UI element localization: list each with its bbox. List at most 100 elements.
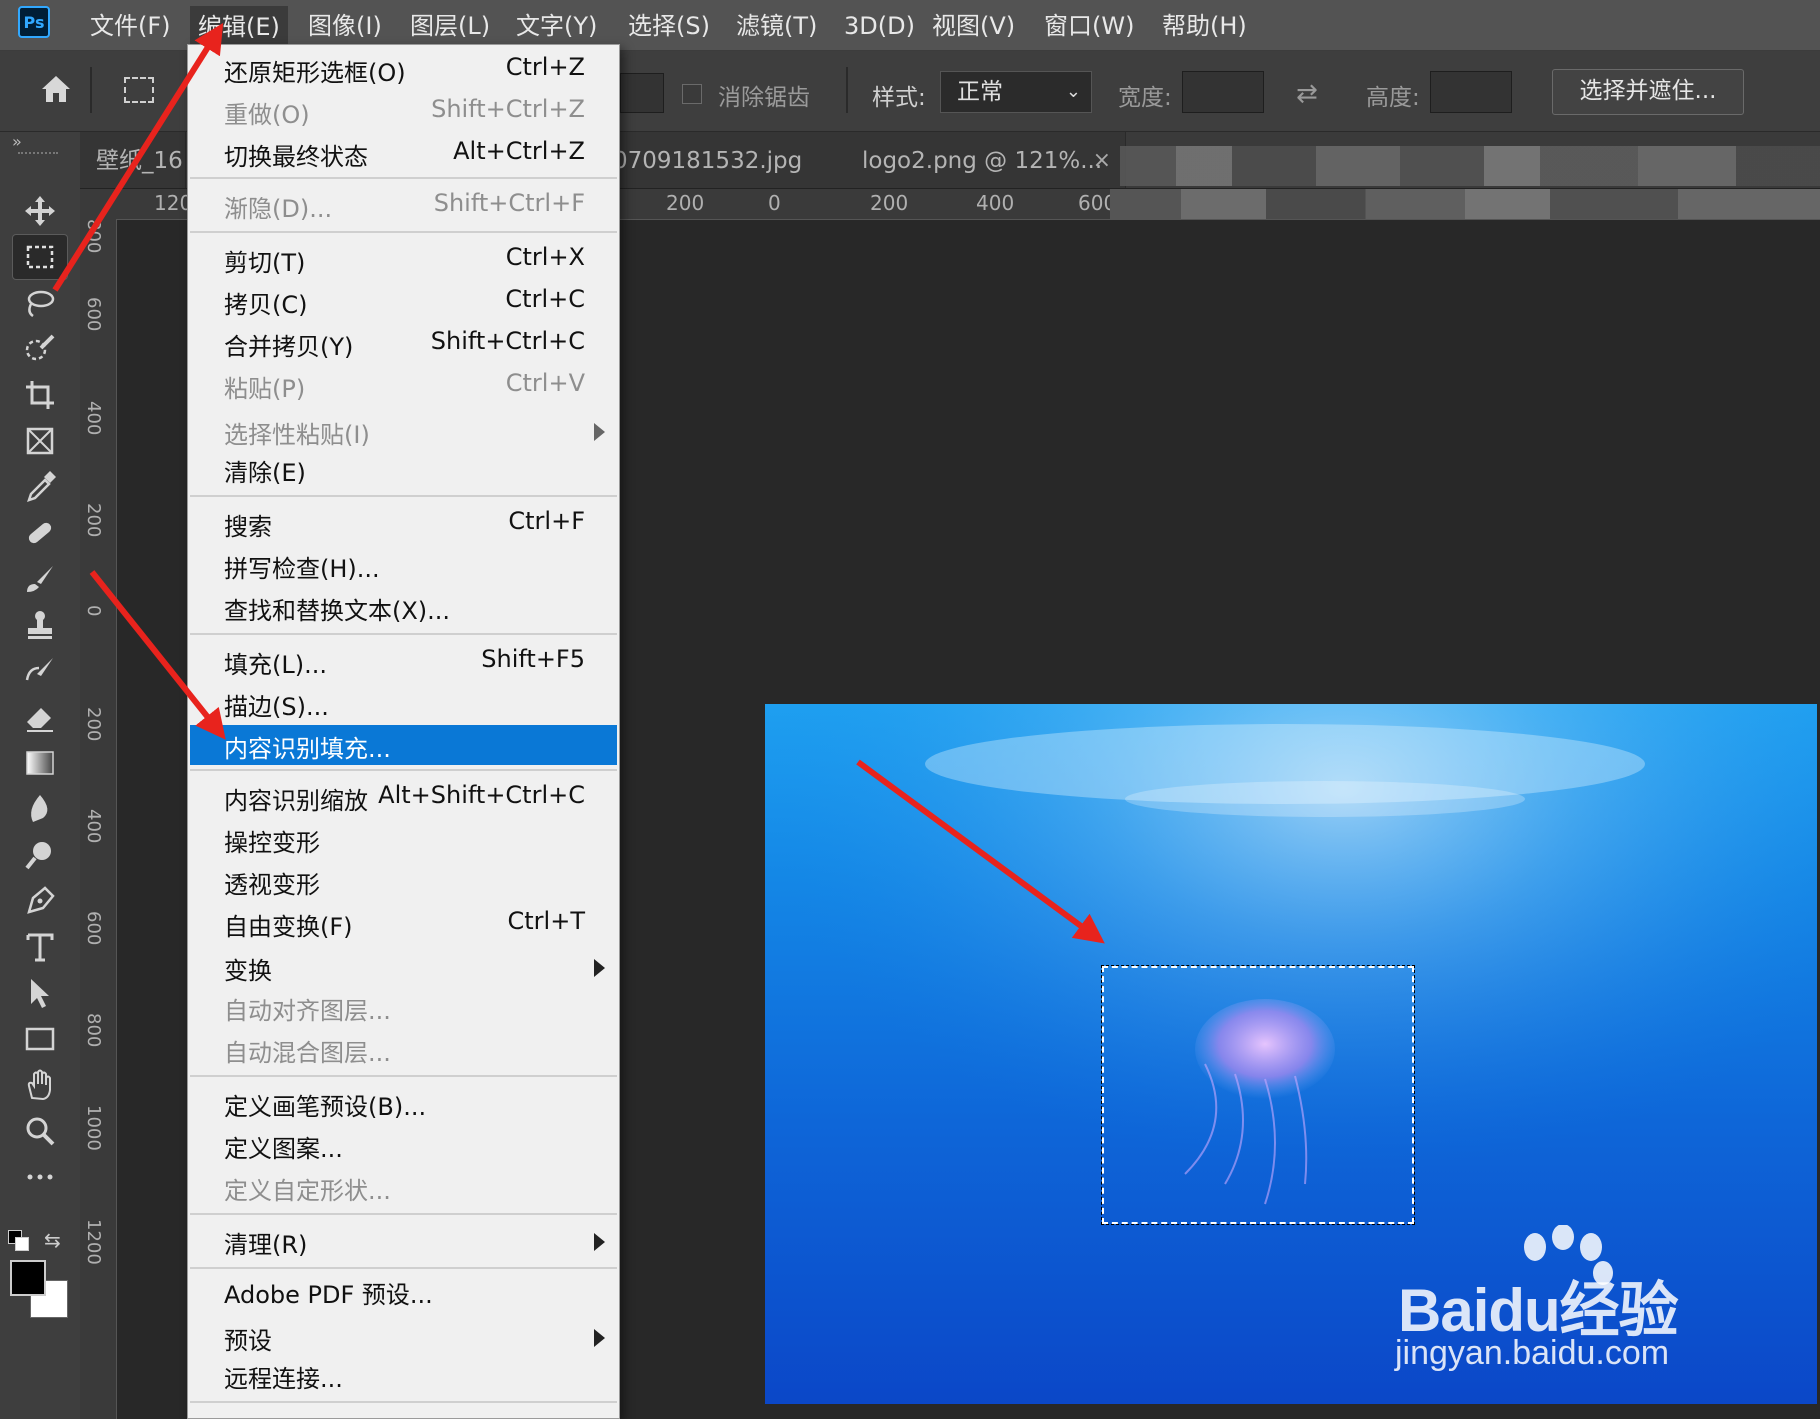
type-tool[interactable] xyxy=(12,924,68,970)
menu-item-search[interactable]: 搜索 Ctrl+F xyxy=(190,503,617,543)
menu-file[interactable]: 文件(F) xyxy=(82,0,179,50)
foreground-color-swatch[interactable] xyxy=(10,1260,46,1296)
antialias-checkbox[interactable] xyxy=(682,84,702,104)
menu-3d[interactable]: 3D(D) xyxy=(836,0,923,50)
menu-filter[interactable]: 滤镜(T) xyxy=(728,0,825,50)
menu-item-content-aware-fill[interactable]: 内容识别填充... xyxy=(190,725,617,765)
home-icon[interactable] xyxy=(38,71,74,107)
menu-item-puppet-warp[interactable]: 操控变形 xyxy=(190,819,617,859)
hand-tool[interactable] xyxy=(12,1062,68,1108)
move-tool[interactable] xyxy=(12,188,68,234)
path-selection-tool[interactable] xyxy=(12,970,68,1016)
pen-tool[interactable] xyxy=(12,878,68,924)
menu-item-paste-special[interactable]: 选择性粘贴(I) xyxy=(190,411,617,451)
menu-item-auto-align-layers[interactable]: 自动对齐图层... xyxy=(190,987,617,1027)
history-brush-tool[interactable] xyxy=(12,648,68,694)
menu-item-copy-merged[interactable]: 合并拷贝(Y) Shift+Ctrl+C xyxy=(190,323,617,363)
blur-tool[interactable] xyxy=(12,786,68,832)
ruler-tick: 200 xyxy=(83,503,104,538)
menu-item-perspective-warp[interactable]: 透视变形 xyxy=(190,861,617,901)
rectangle-tool[interactable] xyxy=(12,1016,68,1062)
menu-item-define-brush[interactable]: 定义画笔预设(B)... xyxy=(190,1083,617,1123)
menu-item-spell-check[interactable]: 拼写检查(H)... xyxy=(190,545,617,585)
menu-separator xyxy=(190,177,617,179)
eraser-tool[interactable] xyxy=(12,694,68,740)
menu-item-label: 搜索 xyxy=(224,513,272,541)
edit-menu-dropdown: 还原矩形选框(O) Ctrl+Z 重做(O) Shift+Ctrl+Z 切换最终状态… xyxy=(187,44,620,1419)
menu-item-label: 定义画笔预设(B)... xyxy=(224,1093,427,1121)
photoshop-logo-icon: Ps xyxy=(18,6,50,38)
menu-help[interactable]: 帮助(H) xyxy=(1154,0,1255,50)
move-icon xyxy=(25,196,55,226)
clone-stamp-tool[interactable] xyxy=(12,602,68,648)
ruler-tick: 0 xyxy=(83,605,104,617)
collapse-panel-icon[interactable]: » xyxy=(12,132,22,151)
panel-grip[interactable] xyxy=(18,152,58,160)
menu-view[interactable]: 视图(V) xyxy=(924,0,1023,50)
select-and-mask-button[interactable]: 选择并遮住... xyxy=(1552,69,1744,115)
menu-item-pdf-presets[interactable]: Adobe PDF 预设... xyxy=(190,1271,617,1311)
menu-item-copy[interactable]: 拷贝(C) Ctrl+C xyxy=(190,281,617,321)
menu-item-label: 渐隐(D)... xyxy=(224,195,333,223)
eyedropper-tool[interactable] xyxy=(12,464,68,510)
rectangular-marquee-tool[interactable] xyxy=(12,234,68,280)
style-select[interactable]: 正常 ⌄ xyxy=(940,71,1092,113)
menu-type[interactable]: 文字(Y) xyxy=(508,0,605,50)
default-colors-icon[interactable] xyxy=(8,1230,30,1252)
menu-item-paste[interactable]: 粘贴(P) Ctrl+V xyxy=(190,365,617,405)
menu-item-find-replace[interactable]: 查找和替换文本(X)... xyxy=(190,587,617,627)
menu-separator xyxy=(190,495,617,497)
ruler-tick: 200 xyxy=(83,707,104,742)
menu-item-undo[interactable]: 还原矩形选框(O) Ctrl+Z xyxy=(190,49,617,89)
menu-layer[interactable]: 图层(L) xyxy=(402,0,498,50)
menu-item-toggle-last-state[interactable]: 切换最终状态 Alt+Ctrl+Z xyxy=(190,133,617,173)
swap-icon[interactable]: ⇄ xyxy=(1296,79,1326,109)
menu-item-fill[interactable]: 填充(L)... Shift+F5 xyxy=(190,641,617,681)
menu-item-transform[interactable]: 变换 xyxy=(190,947,617,987)
marquee-selection[interactable] xyxy=(1101,965,1415,1225)
ruler-tick: 400 xyxy=(976,191,1015,215)
menu-item-shortcut: Shift+Ctrl+C xyxy=(430,327,585,355)
menu-item-define-custom-shape[interactable]: 定义自定形状... xyxy=(190,1167,617,1207)
menu-item-remote-connections[interactable]: 远程连接... xyxy=(190,1355,617,1395)
healing-brush-tool[interactable] xyxy=(12,510,68,556)
menu-item-fade[interactable]: 渐隐(D)... Shift+Ctrl+F xyxy=(190,185,617,225)
menu-item-label: 填充(L)... xyxy=(224,651,327,679)
zoom-tool[interactable] xyxy=(12,1108,68,1154)
tab-document-3[interactable]: logo2.png @ 121%... × xyxy=(846,132,1126,188)
menu-item-cut[interactable]: 剪切(T) Ctrl+X xyxy=(190,239,617,279)
gradient-icon xyxy=(26,751,54,775)
menu-item-auto-blend-layers[interactable]: 自动混合图层... xyxy=(190,1029,617,1069)
menu-separator xyxy=(190,1075,617,1077)
menu-window[interactable]: 窗口(W) xyxy=(1036,0,1142,50)
menu-edit[interactable]: 编辑(E) xyxy=(190,6,288,46)
menu-item-redo[interactable]: 重做(O) Shift+Ctrl+Z xyxy=(190,91,617,131)
menu-item-define-pattern[interactable]: 定义图案... xyxy=(190,1125,617,1165)
lasso-tool[interactable] xyxy=(12,280,68,326)
menu-item-free-transform[interactable]: 自由变换(F) Ctrl+T xyxy=(190,903,617,943)
menu-item-purge[interactable]: 清理(R) xyxy=(190,1221,617,1261)
tab-document-1[interactable]: 壁纸_16 xyxy=(80,132,186,188)
menu-item-content-aware-scale[interactable]: 内容识别缩放 Alt+Shift+Ctrl+C xyxy=(190,777,617,817)
frame-tool[interactable] xyxy=(12,418,68,464)
height-input[interactable] xyxy=(1430,71,1512,113)
quick-selection-tool[interactable] xyxy=(12,326,68,372)
menu-item-presets[interactable]: 预设 xyxy=(190,1317,617,1357)
menu-select[interactable]: 选择(S) xyxy=(620,0,718,50)
divider xyxy=(846,67,848,113)
menu-separator xyxy=(190,769,617,771)
crop-tool[interactable] xyxy=(12,372,68,418)
menu-item-stroke[interactable]: 描边(S)... xyxy=(190,683,617,723)
dodge-tool[interactable] xyxy=(12,832,68,878)
menu-image[interactable]: 图像(I) xyxy=(300,0,390,50)
feather-input[interactable] xyxy=(620,73,664,113)
more-tools-button[interactable] xyxy=(12,1154,68,1200)
gradient-tool[interactable] xyxy=(12,740,68,786)
brush-tool[interactable] xyxy=(12,556,68,602)
close-icon[interactable]: × xyxy=(1093,132,1111,190)
menu-separator xyxy=(190,1213,617,1215)
menu-item-clear[interactable]: 清除(E) xyxy=(190,449,617,489)
width-input[interactable] xyxy=(1182,71,1264,113)
swap-colors-icon[interactable]: ⇆ xyxy=(44,1228,61,1252)
marquee-preset-icon[interactable] xyxy=(124,77,154,103)
